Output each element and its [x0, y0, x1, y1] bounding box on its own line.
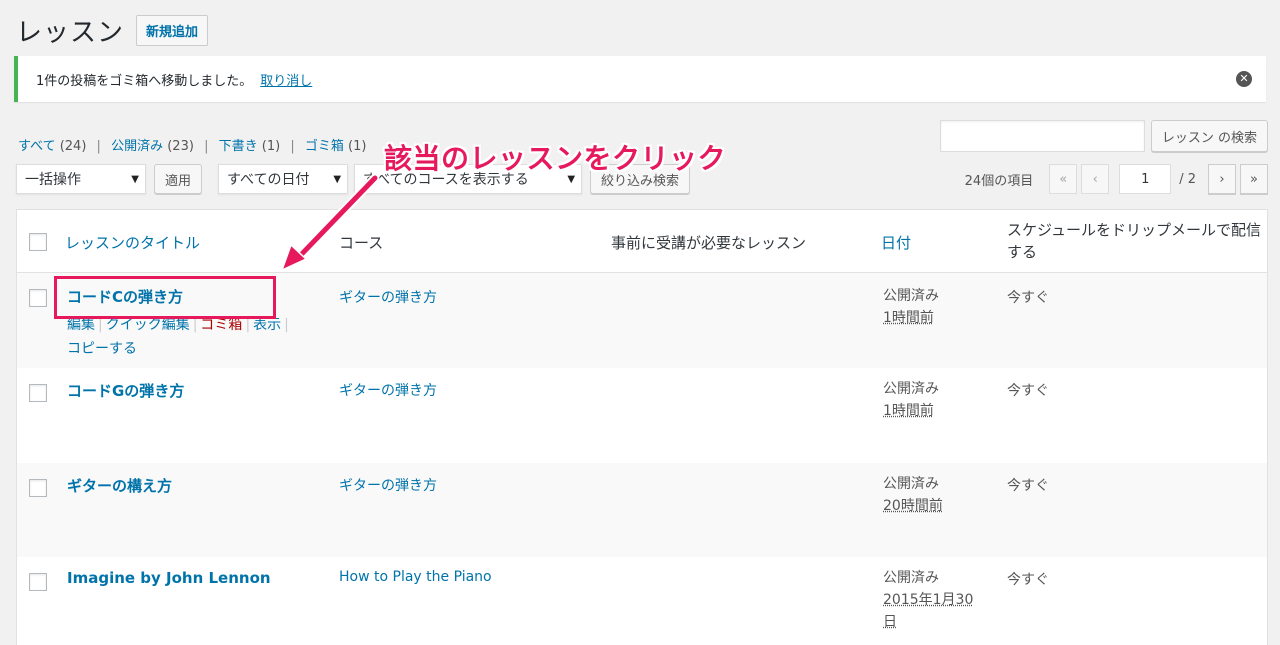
highlight-box — [54, 276, 276, 319]
search-input[interactable] — [939, 120, 1145, 152]
bulk-action-value: 一括操作 — [25, 172, 81, 188]
post-date: 日 — [883, 614, 897, 630]
post-date: 1時間前 — [883, 403, 934, 419]
filter-trash-count: (1) — [348, 139, 367, 154]
separator: | — [290, 139, 295, 154]
post-date: 2015年1月30 — [883, 592, 974, 608]
trash-notice: 1件の投稿をゴミ箱へ移動しました。 取り消し ✕ — [14, 56, 1266, 102]
row-checkbox[interactable] — [29, 289, 47, 307]
column-date[interactable]: 日付 — [881, 232, 911, 253]
lesson-title-link[interactable]: ギターの構え方 — [67, 475, 172, 496]
bulk-action-select[interactable]: 一括操作 ▼ — [16, 164, 146, 194]
post-status: 公開済み 20時間前 — [883, 473, 943, 517]
course-link[interactable]: ギターの弾き方 — [339, 287, 437, 307]
separator: | — [96, 139, 101, 154]
search-box: レッスン の検索 — [939, 120, 1268, 152]
row-checkbox[interactable] — [29, 573, 47, 591]
current-page-input[interactable]: 1 — [1119, 164, 1172, 194]
prev-page-button: ‹ — [1081, 164, 1110, 194]
table-row: ギターの構え方 ギターの弾き方 公開済み 20時間前 今すぐ — [17, 463, 1267, 557]
first-page-button: « — [1049, 164, 1078, 194]
table-row: コードGの弾き方 ギターの弾き方 公開済み 1時間前 今すぐ — [17, 368, 1267, 463]
filter-draft-count: (1) — [261, 139, 281, 154]
dismiss-icon[interactable]: ✕ — [1236, 71, 1252, 87]
status-filters: すべて (24) | 公開済み (23) | 下書き (1) | ゴミ箱 (1) — [18, 135, 366, 154]
select-all-checkbox[interactable] — [29, 233, 47, 251]
row-checkbox[interactable] — [29, 479, 47, 497]
item-count: 24個の項目 — [964, 173, 1034, 189]
notice-message: 1件の投稿をゴミ箱へ移動しました。 — [36, 73, 253, 89]
date-filter-value: すべての日付 — [227, 172, 310, 188]
filter-trash[interactable]: ゴミ箱 — [305, 139, 344, 154]
status-text: 公開済み — [883, 476, 939, 492]
post-status: 公開済み 1時間前 — [883, 378, 939, 422]
total-pages: / 2 — [1179, 171, 1196, 187]
next-page-button[interactable]: › — [1208, 164, 1236, 194]
course-link[interactable]: ギターの弾き方 — [339, 380, 437, 400]
quick-edit-link[interactable]: クイック編集 — [106, 317, 190, 333]
separator: | — [284, 317, 289, 333]
course-link[interactable]: ギターの弾き方 — [339, 475, 437, 495]
column-schedule: スケジュールをドリップメールで配信する — [1007, 221, 1261, 261]
separator: | — [245, 317, 251, 333]
table-header: レッスンのタイトル コース 事前に受講が必要なレッスン 日付 スケジュールをドリ… — [17, 210, 1267, 273]
post-date: 1時間前 — [883, 310, 934, 326]
filter-all[interactable]: すべて — [18, 139, 56, 154]
separator: | — [204, 139, 209, 154]
filter-published[interactable]: 公開済み — [111, 139, 163, 154]
post-date: 20時間前 — [883, 498, 943, 514]
course-link[interactable]: How to Play the Piano — [339, 569, 492, 585]
pagination: 24個の項目 « ‹ 1 / 2 › » — [965, 164, 1268, 194]
column-course: コース — [339, 234, 384, 252]
chevron-down-icon: ▼ — [131, 173, 139, 185]
filter-draft[interactable]: 下書き — [219, 139, 258, 154]
post-status: 公開済み 1時間前 — [883, 285, 939, 329]
row-actions: 編集 | クイック編集 | ゴミ箱 | 表示 | コピーする — [67, 313, 317, 361]
filter-published-count: (23) — [167, 139, 194, 154]
status-text: 公開済み — [883, 570, 939, 586]
trash-link[interactable]: ゴミ箱 — [200, 317, 242, 333]
filter-all-count: (24) — [59, 139, 87, 154]
add-new-button[interactable]: 新規追加 — [136, 15, 209, 46]
schedule-value: 今すぐ — [1007, 383, 1049, 399]
view-link[interactable]: 表示 — [253, 317, 281, 333]
status-text: 公開済み — [883, 381, 939, 397]
chevron-down-icon: ▼ — [333, 173, 342, 185]
separator: | — [192, 317, 198, 333]
page-title-row: レッスン 新規追加 — [16, 12, 209, 49]
schedule-value: 今すぐ — [1007, 290, 1049, 306]
last-page-button[interactable]: » — [1240, 164, 1268, 194]
column-prereq: 事前に受講が必要なレッスン — [611, 234, 807, 252]
lesson-title-link[interactable]: Imagine by John Lennon — [67, 569, 271, 587]
annotation-text: 該当のレッスンをクリック — [384, 142, 727, 175]
column-title[interactable]: レッスンのタイトル — [65, 232, 200, 253]
search-button[interactable]: レッスン の検索 — [1150, 120, 1268, 152]
lesson-title-link[interactable]: コードGの弾き方 — [67, 380, 184, 401]
post-status: 公開済み 2015年1月30 日 — [883, 567, 973, 633]
undo-link[interactable]: 取り消し — [260, 70, 312, 89]
separator: | — [98, 317, 103, 333]
table-row: Imagine by John Lennon How to Play the P… — [17, 557, 1267, 645]
schedule-value: 今すぐ — [1007, 478, 1049, 494]
page-title: レッスン — [16, 18, 125, 48]
row-checkbox[interactable] — [29, 384, 47, 402]
schedule-value: 今すぐ — [1007, 572, 1049, 588]
date-filter-select[interactable]: すべての日付 ▼ — [218, 164, 349, 194]
edit-link[interactable]: 編集 — [67, 317, 95, 333]
apply-button[interactable]: 適用 — [154, 164, 203, 194]
status-text: 公開済み — [883, 288, 939, 304]
lessons-table: レッスンのタイトル コース 事前に受講が必要なレッスン 日付 スケジュールをドリ… — [16, 209, 1268, 645]
copy-link[interactable]: コピーする — [67, 341, 137, 357]
